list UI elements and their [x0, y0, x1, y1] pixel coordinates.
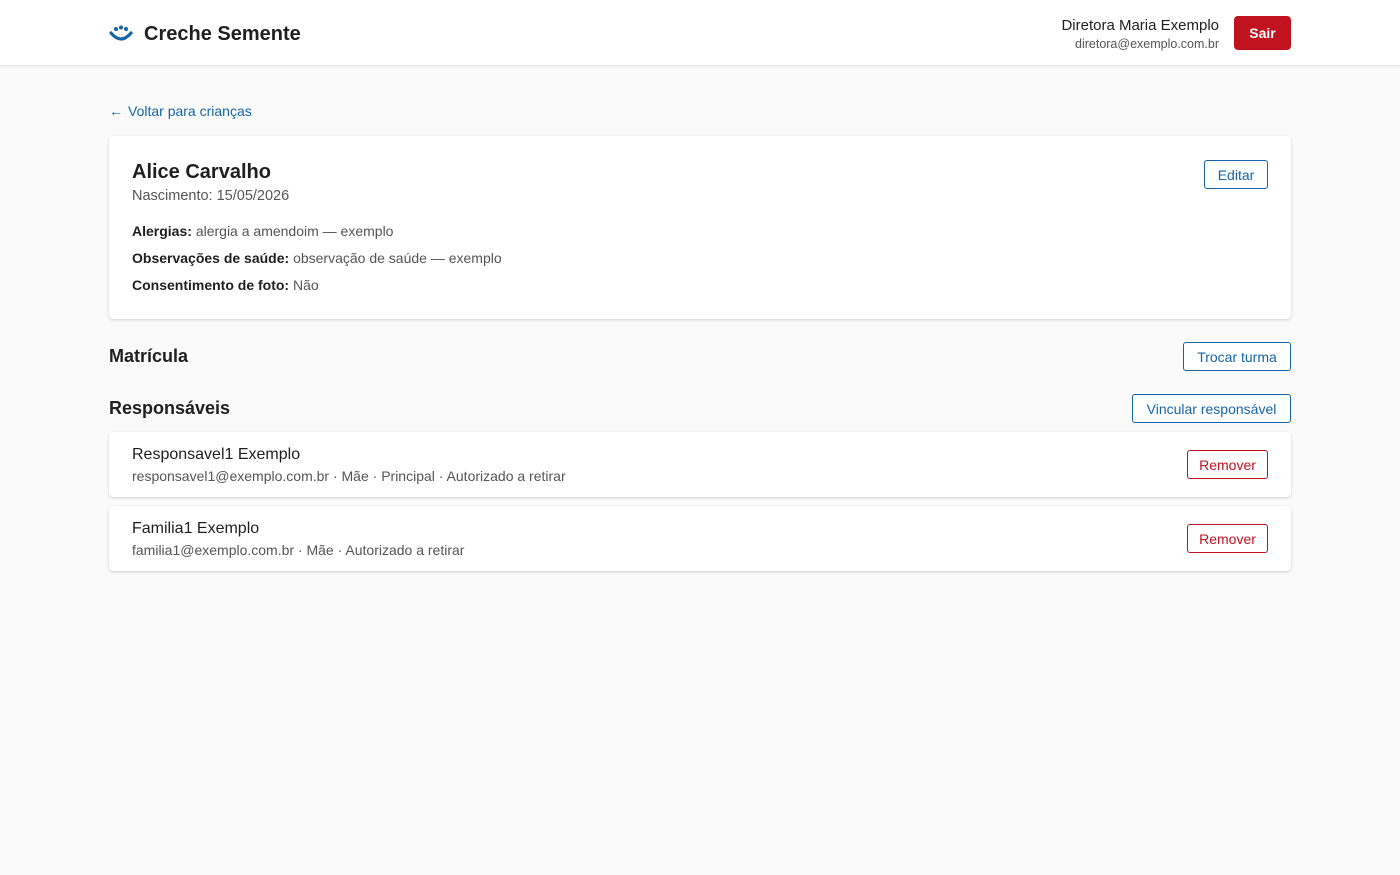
guardians-title: Responsáveis: [109, 398, 231, 418]
allergies-value: alergia a amendoim — exemplo: [195, 223, 394, 239]
guardian-meta: familia1@exemplo.com.br · Mãe · Autoriza…: [132, 542, 465, 558]
guardian-name: Familia1 Exemplo: [132, 520, 260, 537]
back-to-children-link[interactable]: ← Voltar para crianças: [109, 101, 252, 121]
photo-consent-row: Consentimento de foto: Não: [132, 277, 319, 293]
enrollment-title: Matrícula: [109, 346, 189, 366]
brand-logo-icon: [109, 25, 133, 41]
allergies-row: Alergias: alergia a amendoim — exemplo: [132, 223, 393, 239]
guardian-meta: responsavel1@exemplo.com.br · Mãe · Prin…: [132, 468, 566, 484]
user-info: Diretora Maria Exemplo diretora@exemplo.…: [1061, 17, 1219, 53]
link-guardian-button[interactable]: Vincular responsável: [1132, 394, 1291, 423]
brand-name: Creche Semente: [144, 22, 301, 45]
health-notes-value: observação de saúde — exemplo: [293, 250, 502, 266]
health-notes-row: Observações de saúde: observação de saúd…: [132, 250, 502, 266]
allergies-label: Alergias:: [132, 223, 192, 239]
change-class-button[interactable]: Trocar turma: [1183, 342, 1291, 371]
guardian-item: Familia1 Exemplo familia1@exemplo.com.br…: [109, 506, 1291, 571]
guardian-item: Responsavel1 Exemplo responsavel1@exempl…: [109, 432, 1291, 497]
child-name: Alice Carvalho: [132, 161, 271, 183]
logout-button[interactable]: Sair: [1234, 16, 1291, 50]
health-notes-label: Observações de saúde:: [132, 250, 290, 266]
guardian-name: Responsavel1 Exemplo: [132, 446, 301, 463]
remove-guardian-button[interactable]: Remover: [1187, 450, 1268, 479]
arrow-left-icon: ←: [109, 103, 123, 119]
user-name: Diretora Maria Exemplo: [1061, 17, 1219, 34]
child-birth-date: Nascimento: 15/05/2026: [132, 188, 290, 204]
user-email: diretora@exemplo.com.br: [1075, 37, 1219, 51]
photo-consent-label: Consentimento de foto:: [132, 277, 290, 293]
remove-guardian-button[interactable]: Remover: [1187, 524, 1268, 553]
brand[interactable]: Creche Semente: [109, 20, 301, 48]
edit-child-button[interactable]: Editar: [1204, 160, 1268, 189]
back-link-label: Voltar para crianças: [128, 103, 252, 119]
child-details-card: Alice Carvalho Nascimento: 15/05/2026 Ed…: [109, 136, 1291, 319]
photo-consent-value: Não: [293, 277, 319, 293]
top-bar: Creche Semente Diretora Maria Exemplo di…: [0, 0, 1400, 66]
